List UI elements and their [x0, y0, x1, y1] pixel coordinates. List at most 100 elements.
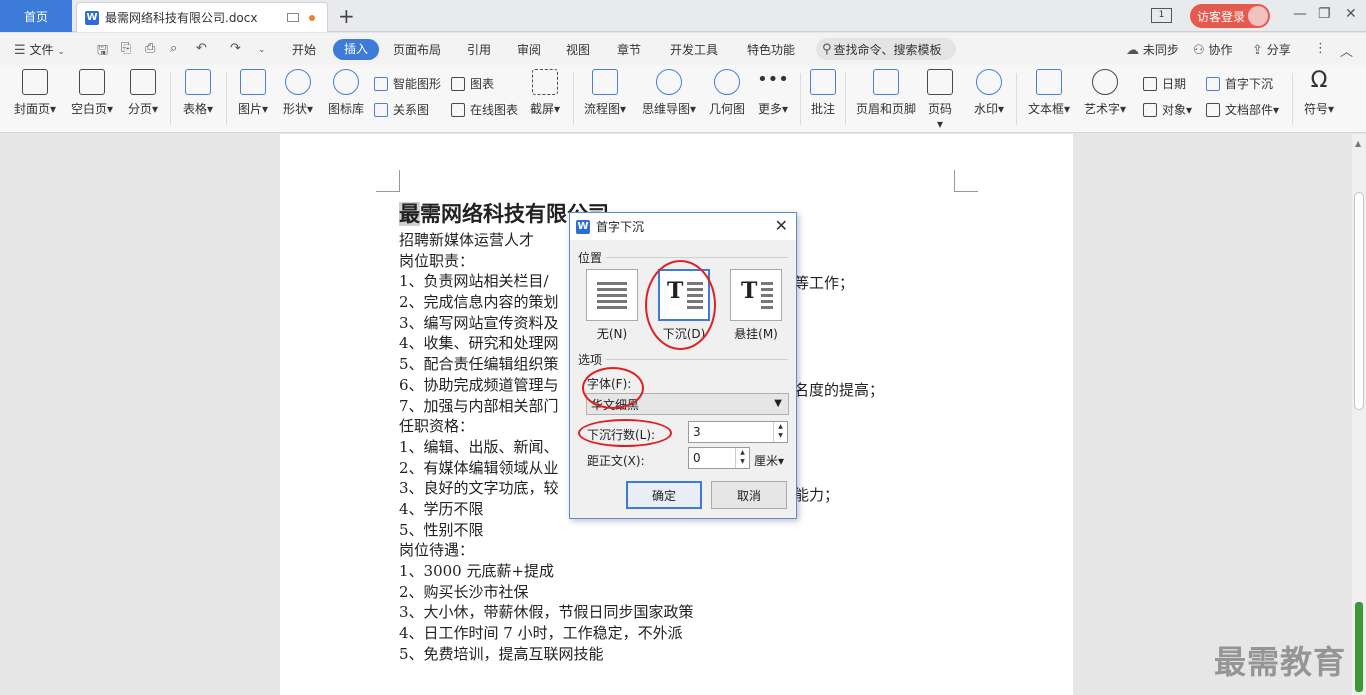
vertical-scrollbar[interactable]: ▲ [1352, 134, 1366, 695]
more-options-icon[interactable]: ⋮ [1314, 41, 1327, 56]
tab-document[interactable]: W 最需网络科技有限公司.docx [76, 2, 328, 32]
menu-section[interactable]: 章节 [617, 41, 641, 58]
close-window-icon[interactable]: ✕ [1345, 6, 1357, 22]
menu-references[interactable]: 引用 [467, 41, 491, 58]
print-icon[interactable]: ⎙ [145, 41, 155, 56]
blank-page-button[interactable]: 空白页▾ [69, 69, 115, 117]
scrollbar-thumb[interactable] [1354, 192, 1364, 410]
command-search-input[interactable]: ⚲ 查找命令、搜索模板 [816, 38, 956, 60]
ok-button[interactable]: 确定 [626, 481, 702, 509]
docparts-button[interactable]: 文档部件 ▾ [1206, 101, 1279, 118]
symbol-button[interactable]: Ω 符号▾ [1300, 69, 1338, 117]
flowchart-icon [592, 69, 618, 95]
dropcap-button[interactable]: 首字下沉 [1206, 75, 1273, 92]
dropcap-dialog: W 首字下沉 ✕ 位置 无(N) T 下沉(D) T 悬挂(M) 选项 字体(F… [569, 212, 797, 519]
monitor-icon[interactable] [287, 13, 299, 22]
minimize-icon[interactable]: — [1293, 6, 1307, 22]
collaborate-button[interactable]: ⚇ 协作 [1193, 41, 1233, 58]
cover-page-button[interactable]: 封面页▾ [12, 69, 58, 117]
print-preview-icon[interactable]: ⌕ [170, 41, 177, 56]
flowchart-button[interactable]: 流程图▾ [582, 69, 628, 117]
online-chart-button[interactable]: 在线图表 [451, 101, 518, 118]
font-select-value: 华文细黑 [591, 397, 640, 412]
tab-home[interactable]: 首页 [0, 0, 72, 32]
page-break-button[interactable]: 分页▾ [126, 69, 160, 117]
menu-special[interactable]: 特色功能 [747, 41, 795, 58]
distance-label: 距正文(X): [587, 454, 645, 468]
zoom-indicator[interactable] [1355, 602, 1363, 692]
guest-login-button[interactable]: 访客登录 [1190, 4, 1270, 28]
table-button[interactable]: 表格▾ [180, 69, 216, 117]
redo-icon[interactable]: ↷ [230, 41, 241, 56]
menu-view[interactable]: 视图 [566, 41, 590, 58]
mindmap-button[interactable]: 思维导图▾ [640, 69, 698, 117]
page-number-button[interactable]: 页码▾ [926, 69, 954, 131]
wordart-button[interactable]: 艺术字▾ [1082, 69, 1128, 117]
file-menu[interactable]: ☰ 文件 ⌄ [14, 41, 65, 58]
position-none-option[interactable] [586, 269, 638, 321]
picture-icon [240, 69, 266, 95]
object-button[interactable]: 对象 ▾ [1143, 101, 1192, 118]
share-button[interactable]: ⇪ 分享 [1252, 41, 1291, 58]
user-icon: ⚇ [1193, 43, 1205, 58]
geometry-button[interactable]: 几何图 [708, 69, 746, 117]
chart-button[interactable]: 图表 [451, 75, 494, 92]
new-tab-button[interactable]: + [338, 4, 355, 28]
screenshot-button[interactable]: 截屏▾ [527, 69, 563, 117]
font-select[interactable]: 华文细黑 ▼ [586, 393, 789, 415]
docparts-icon [1206, 102, 1220, 117]
position-margin-label: 悬挂(M) [734, 327, 778, 341]
position-margin-option[interactable]: T [730, 269, 782, 321]
more-dots-icon: ••• [757, 69, 789, 90]
distance-input[interactable]: 0 ▲ ▼ [688, 447, 750, 469]
position-group-label: 位置 [578, 251, 603, 265]
comment-button[interactable]: 批注 [808, 69, 838, 117]
menu-insert[interactable]: 插入 [333, 39, 379, 60]
icon-library-button[interactable]: 图标库 [326, 69, 366, 117]
undo-icon[interactable]: ↶ [196, 41, 207, 56]
spinner-arrows-icon[interactable]: ▲ ▼ [735, 448, 749, 468]
menu-review[interactable]: 审阅 [517, 41, 541, 58]
unsync-button[interactable]: ☁ 未同步 [1126, 41, 1179, 58]
brand-watermark: 最需教育 [1214, 643, 1347, 681]
cloud-icon: ☁ [1126, 43, 1139, 58]
wps-app-icon: W [576, 219, 590, 234]
position-none-label: 无(N) [596, 327, 628, 341]
page-break-icon [130, 69, 156, 95]
scroll-up-icon[interactable]: ▲ [1355, 139, 1361, 148]
header-footer-button[interactable]: 页眉和页脚 [854, 69, 918, 117]
comment-icon [810, 69, 836, 95]
dialog-close-icon[interactable]: ✕ [775, 216, 788, 235]
dialog-title: 首字下沉 [596, 220, 645, 234]
quick-access-dropdown-icon[interactable]: ⌄ [258, 41, 266, 55]
drop-lines-input[interactable]: 3 ▲ ▼ [688, 421, 788, 443]
watermark-button[interactable]: 水印▾ [970, 69, 1008, 117]
collapse-ribbon-icon[interactable]: ︿ [1340, 41, 1353, 60]
unit-dropdown[interactable]: 厘米▾ [754, 452, 784, 469]
wordart-icon [1092, 69, 1118, 95]
textbox-button[interactable]: 文本框▾ [1026, 69, 1072, 117]
cancel-button[interactable]: 取消 [711, 481, 787, 509]
export-icon[interactable]: ⎘ [121, 41, 131, 56]
menu-page-layout[interactable]: 页面布局 [393, 41, 441, 58]
position-dropped-option[interactable]: T [658, 269, 710, 321]
spinner-arrows-icon[interactable]: ▲ ▼ [773, 422, 787, 442]
screen-mode-icon[interactable]: 1 [1151, 8, 1172, 23]
word-doc-icon: W [85, 10, 99, 25]
textbox-icon [1036, 69, 1062, 95]
more-button[interactable]: ••• 更多▾ [755, 69, 791, 117]
menu-developer[interactable]: 开发工具 [670, 41, 718, 58]
restore-icon[interactable]: ❐ [1318, 6, 1331, 22]
doc-line-fragment: 能力； [794, 486, 840, 504]
picture-button[interactable]: 图片▾ [236, 69, 270, 117]
icon-library-icon [333, 69, 359, 95]
dropped-layout-icon: T [667, 278, 684, 304]
smartart-button[interactable]: 智能图形 [374, 75, 441, 92]
omega-icon: Ω [1310, 68, 1328, 93]
relation-diagram-button[interactable]: 关系图 [374, 101, 429, 118]
shape-button[interactable]: 形状▾ [280, 69, 316, 117]
save-icon[interactable]: 🖫 [97, 41, 108, 63]
drop-lines-value: 3 [693, 425, 701, 439]
date-button[interactable]: 日期 [1143, 75, 1186, 92]
menu-home[interactable]: 开始 [292, 41, 316, 58]
